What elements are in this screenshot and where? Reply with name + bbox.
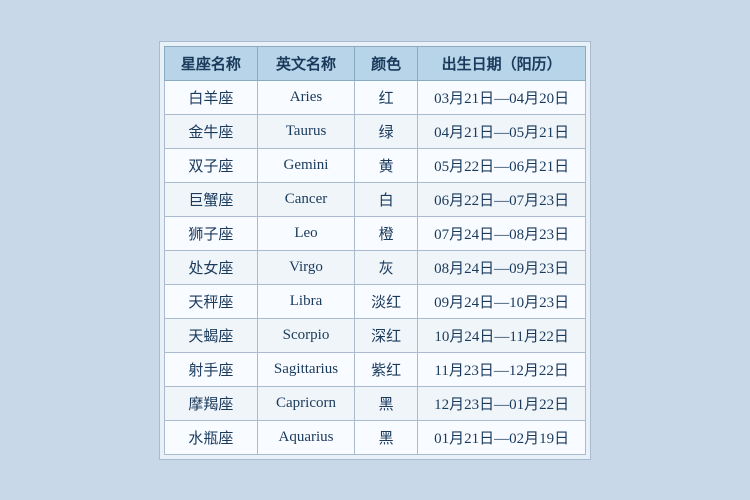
table-row: 白羊座Aries红03月21日—04月20日 — [164, 80, 585, 114]
cell-color: 淡红 — [355, 284, 418, 318]
cell-dates: 01月21日—02月19日 — [418, 420, 586, 454]
cell-dates: 09月24日—10月23日 — [418, 284, 586, 318]
cell-english-name: Aquarius — [257, 420, 354, 454]
cell-color: 绿 — [355, 114, 418, 148]
cell-english-name: Libra — [257, 284, 354, 318]
cell-dates: 08月24日—09月23日 — [418, 250, 586, 284]
cell-chinese-name: 射手座 — [164, 352, 257, 386]
table-row: 射手座Sagittarius紫红11月23日—12月22日 — [164, 352, 585, 386]
table-row: 金牛座Taurus绿04月21日—05月21日 — [164, 114, 585, 148]
cell-color: 黑 — [355, 386, 418, 420]
cell-chinese-name: 处女座 — [164, 250, 257, 284]
cell-chinese-name: 天蝎座 — [164, 318, 257, 352]
table-row: 巨蟹座Cancer白06月22日—07月23日 — [164, 182, 585, 216]
cell-english-name: Capricorn — [257, 386, 354, 420]
table-row: 摩羯座Capricorn黑12月23日—01月22日 — [164, 386, 585, 420]
cell-color: 深红 — [355, 318, 418, 352]
cell-color: 红 — [355, 80, 418, 114]
zodiac-table-container: 星座名称 英文名称 颜色 出生日期（阳历） 白羊座Aries红03月21日—04… — [159, 41, 591, 460]
cell-chinese-name: 水瓶座 — [164, 420, 257, 454]
cell-dates: 06月22日—07月23日 — [418, 182, 586, 216]
cell-chinese-name: 双子座 — [164, 148, 257, 182]
header-english-name: 英文名称 — [257, 46, 354, 80]
table-row: 狮子座Leo橙07月24日—08月23日 — [164, 216, 585, 250]
cell-color: 紫红 — [355, 352, 418, 386]
cell-chinese-name: 金牛座 — [164, 114, 257, 148]
cell-chinese-name: 天秤座 — [164, 284, 257, 318]
table-row: 天秤座Libra淡红09月24日—10月23日 — [164, 284, 585, 318]
cell-english-name: Aries — [257, 80, 354, 114]
cell-english-name: Sagittarius — [257, 352, 354, 386]
table-row: 水瓶座Aquarius黑01月21日—02月19日 — [164, 420, 585, 454]
cell-english-name: Taurus — [257, 114, 354, 148]
cell-color: 黑 — [355, 420, 418, 454]
table-header-row: 星座名称 英文名称 颜色 出生日期（阳历） — [164, 46, 585, 80]
cell-dates: 12月23日—01月22日 — [418, 386, 586, 420]
cell-english-name: Leo — [257, 216, 354, 250]
cell-dates: 05月22日—06月21日 — [418, 148, 586, 182]
cell-dates: 11月23日—12月22日 — [418, 352, 586, 386]
table-row: 处女座Virgo灰08月24日—09月23日 — [164, 250, 585, 284]
cell-color: 白 — [355, 182, 418, 216]
table-row: 双子座Gemini黄05月22日—06月21日 — [164, 148, 585, 182]
cell-dates: 03月21日—04月20日 — [418, 80, 586, 114]
cell-english-name: Virgo — [257, 250, 354, 284]
cell-dates: 10月24日—11月22日 — [418, 318, 586, 352]
header-chinese-name: 星座名称 — [164, 46, 257, 80]
header-dates: 出生日期（阳历） — [418, 46, 586, 80]
cell-color: 黄 — [355, 148, 418, 182]
cell-chinese-name: 巨蟹座 — [164, 182, 257, 216]
cell-english-name: Cancer — [257, 182, 354, 216]
cell-color: 橙 — [355, 216, 418, 250]
cell-english-name: Scorpio — [257, 318, 354, 352]
cell-chinese-name: 白羊座 — [164, 80, 257, 114]
header-color: 颜色 — [355, 46, 418, 80]
table-row: 天蝎座Scorpio深红10月24日—11月22日 — [164, 318, 585, 352]
cell-dates: 04月21日—05月21日 — [418, 114, 586, 148]
cell-english-name: Gemini — [257, 148, 354, 182]
cell-dates: 07月24日—08月23日 — [418, 216, 586, 250]
zodiac-table: 星座名称 英文名称 颜色 出生日期（阳历） 白羊座Aries红03月21日—04… — [164, 46, 586, 455]
cell-chinese-name: 狮子座 — [164, 216, 257, 250]
cell-color: 灰 — [355, 250, 418, 284]
cell-chinese-name: 摩羯座 — [164, 386, 257, 420]
